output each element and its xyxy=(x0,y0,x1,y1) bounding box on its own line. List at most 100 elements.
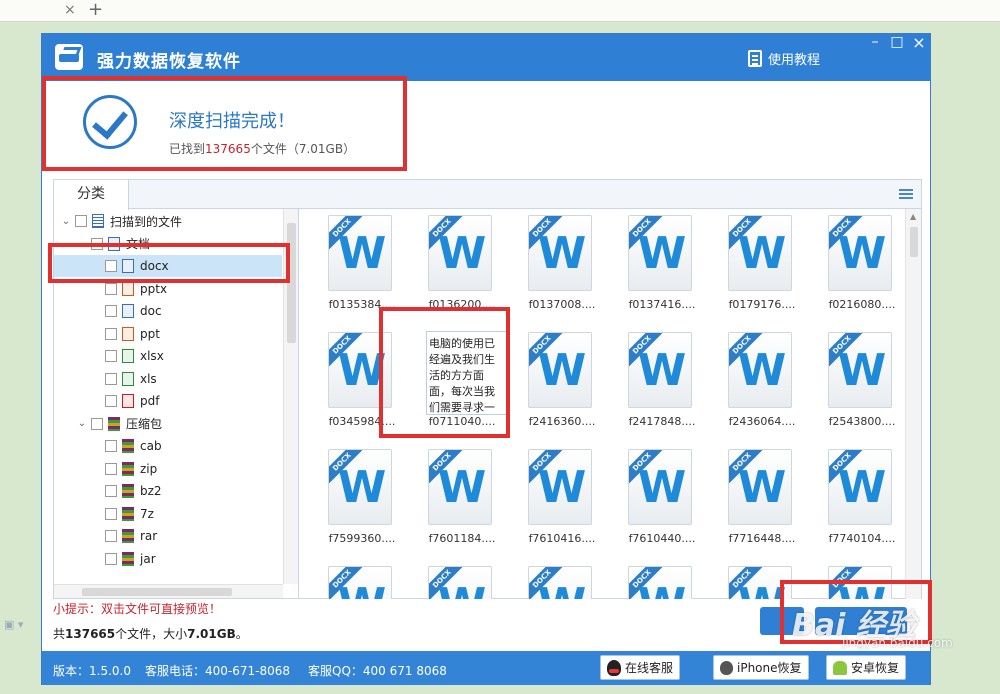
tree-item[interactable]: pdf xyxy=(54,390,282,412)
tree-item[interactable]: jar xyxy=(54,548,282,570)
tree-item[interactable]: ⌄ 压缩包 xyxy=(54,413,282,435)
file-name: f0137008.... xyxy=(528,298,596,311)
tree-item[interactable]: ppt xyxy=(54,323,282,345)
word-glyph: W xyxy=(837,462,887,513)
zip-file-icon xyxy=(122,461,134,476)
tree-item-label: xls xyxy=(140,371,157,386)
file-name: f2543800.... xyxy=(828,415,896,428)
file-name: f0216080.... xyxy=(828,298,896,311)
file-tile[interactable]: DOCX W f7601184.... xyxy=(414,443,504,555)
file-tile[interactable]: DOCXW xyxy=(414,560,504,599)
tree-item[interactable]: 7z xyxy=(54,503,282,525)
zip-file-icon xyxy=(122,439,134,453)
file-tile[interactable]: DOCX W f2543800.... xyxy=(814,326,904,438)
file-tile[interactable]: DOCX W f0179176.... xyxy=(714,209,804,321)
pdf-file-icon xyxy=(122,394,134,408)
grid-vertical-scrollbar[interactable]: ▲ xyxy=(905,209,921,599)
new-tab-icon[interactable]: + xyxy=(88,0,103,20)
tree-checkbox[interactable] xyxy=(105,485,117,497)
word-docx-icon: DOCXW xyxy=(828,332,892,408)
tree-item[interactable]: zip xyxy=(54,458,282,480)
version-text: 版本：1.5.0.0 xyxy=(53,664,131,678)
tree-checkbox[interactable] xyxy=(105,372,117,385)
tree-item[interactable]: xlsx xyxy=(54,345,282,367)
tree-checkbox[interactable] xyxy=(105,507,117,520)
tree-checkbox[interactable] xyxy=(105,440,117,452)
tree-checkbox[interactable] xyxy=(105,395,117,407)
summary-prefix: 共 xyxy=(53,627,66,641)
file-tile[interactable]: DOCX W f7599360.... xyxy=(314,443,404,555)
maximize-button[interactable]: □ xyxy=(886,34,908,53)
menu-icon[interactable] xyxy=(899,189,913,199)
file-tile[interactable]: DOCX W f7740104.... xyxy=(814,443,904,555)
tree-checkbox[interactable] xyxy=(91,417,103,430)
expand-toggle-icon[interactable]: ⌄ xyxy=(76,418,88,429)
expand-toggle-icon[interactable]: ⌄ xyxy=(60,216,72,227)
file-tile[interactable]: DOCXW xyxy=(314,560,404,599)
file-tile[interactable]: DOCX Wf0136200.... xyxy=(414,209,504,321)
word-glyph: W xyxy=(737,462,787,513)
word-docx-icon: DOCXW xyxy=(328,215,392,291)
tree-item[interactable]: ⌄ 扫描到的文件 xyxy=(54,210,282,232)
tree-item[interactable]: rar xyxy=(54,525,282,547)
tree-checkbox[interactable] xyxy=(105,530,117,542)
file-name: f7716448.... xyxy=(728,532,796,545)
tree-item[interactable]: cab xyxy=(54,435,282,457)
word-docx-icon: DOCXW xyxy=(628,566,692,599)
close-button[interactable]: × xyxy=(908,34,930,53)
tree-item[interactable]: xls xyxy=(54,368,282,390)
word-docx-icon: DOCXW xyxy=(428,449,492,525)
android-recovery-button[interactable]: 安卓恢复 xyxy=(826,655,907,680)
scrollbar-thumb[interactable] xyxy=(910,227,918,257)
document-icon xyxy=(748,50,762,67)
file-tile[interactable]: DOCX W f7610440.... xyxy=(614,443,704,555)
tree-checkbox[interactable] xyxy=(105,350,117,362)
word-docx-icon: DOCXW xyxy=(728,215,792,291)
tab-category[interactable]: 分类 xyxy=(54,180,129,210)
tree-item-label: xlsx xyxy=(140,349,164,363)
tree-checkbox[interactable] xyxy=(75,215,87,227)
xls-file-icon xyxy=(122,371,134,386)
word-docx-icon: DOCXW xyxy=(528,566,592,599)
word-glyph: W xyxy=(737,345,787,396)
tree-checkbox[interactable] xyxy=(105,552,117,565)
file-tile[interactable]: DOCX W f0137416.... xyxy=(614,209,704,321)
summary-size: 7.01GB xyxy=(187,627,236,641)
tree-horizontal-scrollbar[interactable] xyxy=(54,584,283,598)
tree-item-label: 扫描到的文件 xyxy=(110,214,183,229)
tree-item[interactable]: doc xyxy=(54,300,282,322)
tree-checkbox[interactable] xyxy=(105,327,117,340)
scrollbar-thumb[interactable] xyxy=(82,588,232,596)
word-glyph: W xyxy=(637,462,687,513)
tab-close-icon[interactable]: × xyxy=(64,2,76,18)
file-tile[interactable]: DOCX W f2417848.... xyxy=(614,326,704,438)
scroll-up-icon[interactable]: ▲ xyxy=(910,212,916,221)
file-tile[interactable]: DOCX Wf0135384.... xyxy=(314,209,404,321)
tree-item[interactable]: bz2 xyxy=(54,480,282,502)
minimize-button[interactable]: – xyxy=(864,34,886,53)
tree-checkbox[interactable] xyxy=(105,462,117,475)
file-tile[interactable]: DOCXW xyxy=(614,560,704,599)
apple-icon xyxy=(720,660,733,675)
file-tile[interactable]: DOCXW xyxy=(514,560,604,599)
file-tile[interactable]: DOCX W f7716448.... xyxy=(714,443,804,555)
file-tile[interactable]: DOCX W f0137008.... xyxy=(514,209,604,321)
tip-text: 小提示：双击文件可直接预览！ xyxy=(53,602,222,616)
tree-checkbox[interactable] xyxy=(105,282,117,295)
scrollbar-thumb[interactable] xyxy=(287,223,296,343)
file-tile[interactable]: DOCX W f0216080.... xyxy=(814,209,904,321)
iphone-recovery-button[interactable]: iPhone恢复 xyxy=(713,655,809,680)
word-glyph: W xyxy=(337,228,387,279)
file-tile[interactable]: DOCX W f7610416.... xyxy=(514,443,604,555)
total-summary: 共137665个文件，大小7.01GB。 xyxy=(53,625,248,642)
word-glyph: W xyxy=(534,581,590,600)
tree-checkbox[interactable] xyxy=(105,305,117,317)
file-name: f0137416.... xyxy=(628,298,696,311)
online-service-button[interactable]: 在线客服 xyxy=(600,655,681,680)
tutorial-link[interactable]: 使用教程 xyxy=(748,49,820,68)
android-icon xyxy=(833,660,847,675)
qq-icon xyxy=(607,659,621,676)
file-tile[interactable]: DOCX W f2436064.... xyxy=(714,326,804,438)
word-docx-icon: DOCXW xyxy=(528,215,592,291)
file-tile[interactable]: DOCX W f2416360.... xyxy=(514,326,604,438)
